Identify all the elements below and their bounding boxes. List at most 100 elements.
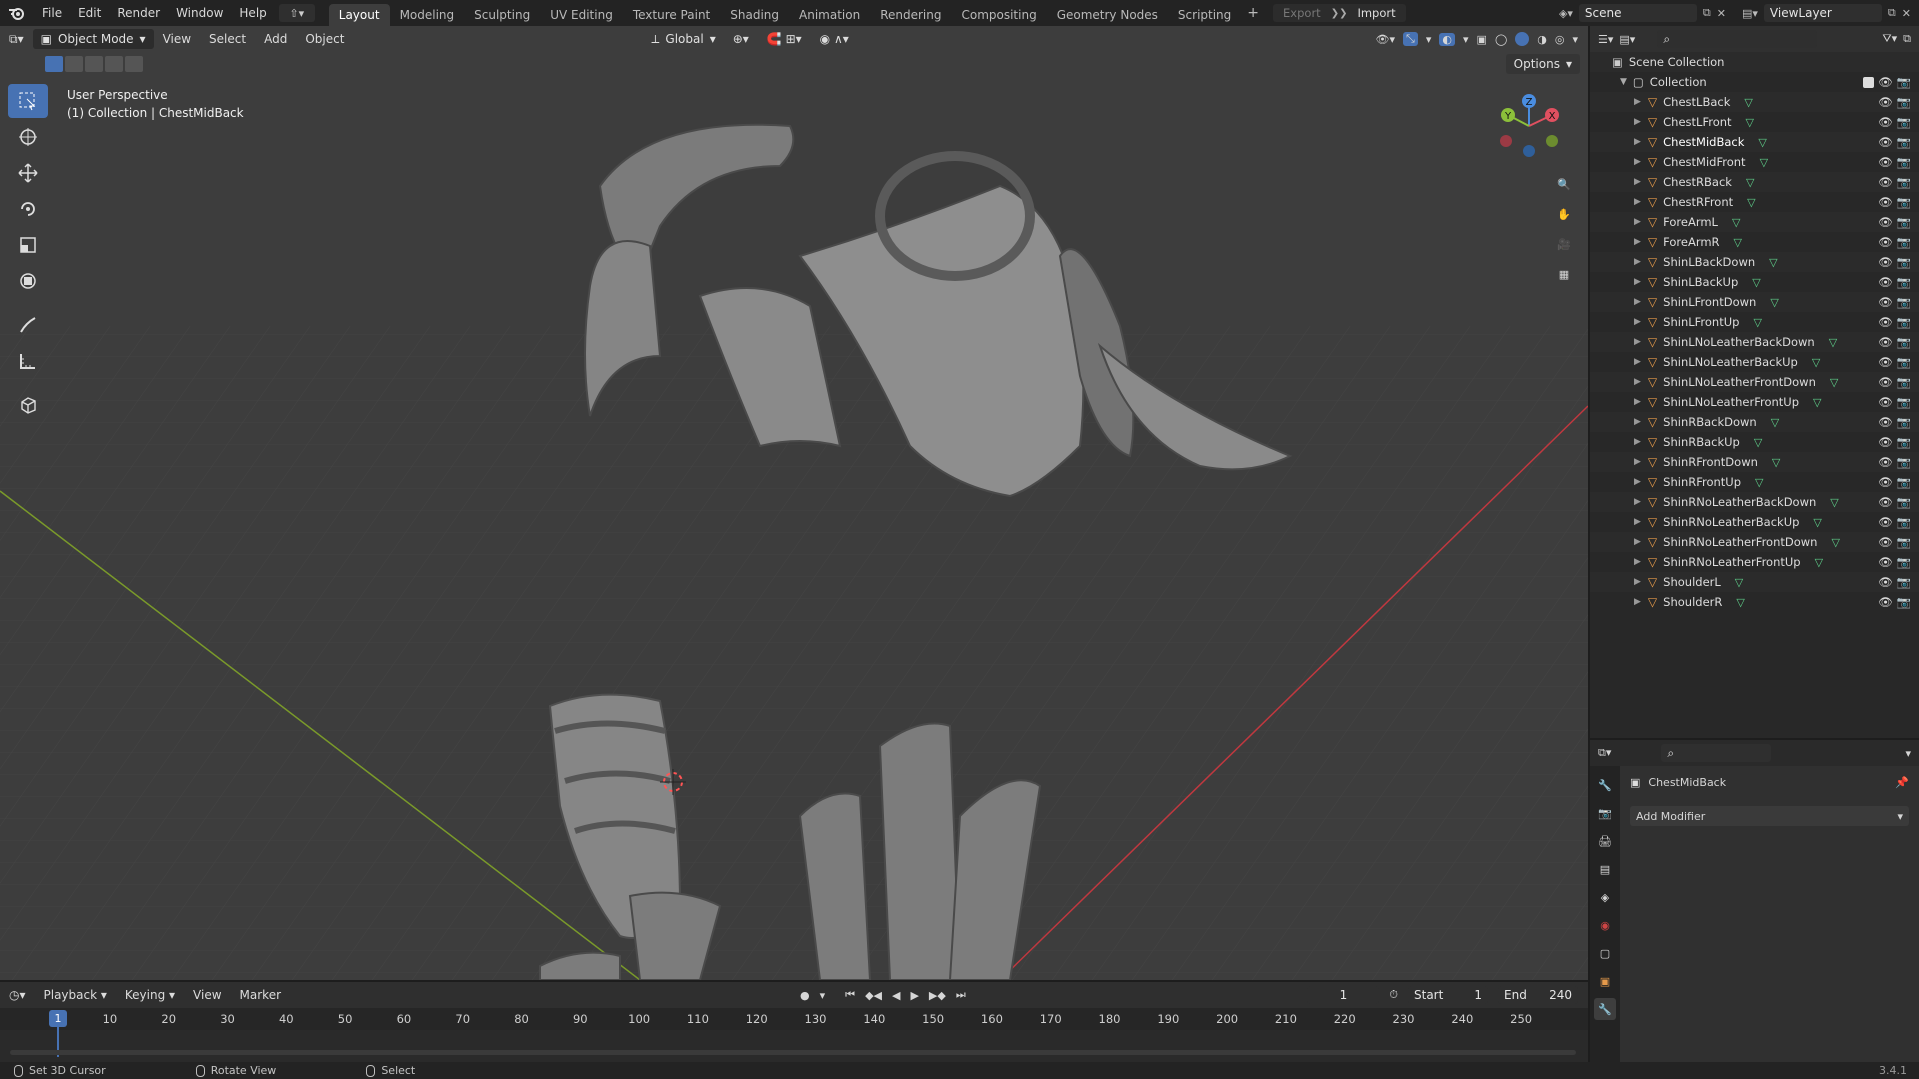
- navigation-gizmo[interactable]: Z X Y: [1494, 91, 1564, 161]
- camera-icon[interactable]: 📷: [1897, 315, 1911, 329]
- camera-icon[interactable]: 📷: [1897, 575, 1911, 589]
- outliner-item[interactable]: ▶ ▽ ShinLBackUp ▽ 👁 📷: [1590, 272, 1919, 292]
- mesh-data-icon[interactable]: ▽: [1830, 376, 1838, 389]
- camera-icon[interactable]: 📷: [1897, 375, 1911, 389]
- eye-icon[interactable]: 👁: [1878, 255, 1893, 269]
- expand-arrow-icon[interactable]: ▶: [1634, 297, 1641, 307]
- eye-icon[interactable]: 👁: [1878, 115, 1893, 129]
- clock-icon[interactable]: ⏱: [1389, 988, 1398, 1002]
- expand-arrow-icon[interactable]: ▶: [1634, 557, 1641, 567]
- eye-icon[interactable]: 👁: [1878, 515, 1893, 529]
- scene-collection-row[interactable]: ▣ Scene Collection: [1590, 52, 1919, 72]
- camera-icon[interactable]: 📷: [1897, 555, 1911, 569]
- mesh-data-icon[interactable]: ▽: [1770, 296, 1778, 309]
- tab-scripting[interactable]: Scripting: [1168, 4, 1241, 26]
- viewport-scene[interactable]: [0, 26, 1588, 980]
- mesh-data-icon[interactable]: ▽: [1754, 436, 1762, 449]
- viewport-menu-view[interactable]: View: [154, 26, 200, 52]
- mesh-data-icon[interactable]: ▽: [1813, 516, 1821, 529]
- camera-icon[interactable]: 📷: [1897, 95, 1911, 109]
- expand-arrow-icon[interactable]: ▶: [1634, 197, 1641, 207]
- outliner-search-input[interactable]: ⌕: [1657, 30, 1818, 48]
- add-cube-tool-icon[interactable]: [8, 388, 48, 422]
- neg-x-axis-icon[interactable]: [1500, 135, 1512, 147]
- camera-icon[interactable]: 📷: [1897, 535, 1911, 549]
- import-button[interactable]: Import: [1347, 4, 1405, 22]
- eye-icon[interactable]: 👁: [1878, 595, 1893, 609]
- mesh-data-icon[interactable]: ▽: [1758, 136, 1766, 149]
- camera-icon[interactable]: 📷: [1897, 455, 1911, 469]
- camera-icon[interactable]: 📷: [1897, 195, 1911, 209]
- expand-arrow-icon[interactable]: ▶: [1634, 337, 1641, 347]
- wireframe-shading-icon[interactable]: ◯: [1495, 33, 1507, 46]
- display-mode-icon[interactable]: ▤▾: [1619, 33, 1635, 46]
- eye-icon[interactable]: 👁: [1878, 95, 1893, 109]
- editor-type-icon[interactable]: ☰▾: [1598, 33, 1613, 46]
- outliner-item[interactable]: ▶ ▽ ShoulderR ▽ 👁 📷: [1590, 592, 1919, 612]
- jump-end-icon[interactable]: ⏭: [956, 988, 966, 1002]
- viewport-menu-object[interactable]: Object: [296, 26, 353, 52]
- outliner-item[interactable]: ▶ ▽ ForeArmR ▽ 👁 📷: [1590, 232, 1919, 252]
- expand-arrow-icon[interactable]: ▶: [1634, 397, 1641, 407]
- filter-icon[interactable]: ⛛▾: [1882, 32, 1897, 46]
- camera-icon[interactable]: 📷: [1897, 255, 1911, 269]
- end-frame-field[interactable]: End 240: [1498, 986, 1578, 1004]
- editor-type-icon[interactable]: ⧉▾: [1598, 746, 1611, 760]
- tool-tab-icon[interactable]: 🔧: [1594, 774, 1616, 796]
- expand-arrow-icon[interactable]: ▶: [1634, 157, 1641, 167]
- xray-icon[interactable]: ▣: [1477, 33, 1487, 46]
- neg-y-axis-icon[interactable]: [1546, 135, 1558, 147]
- camera-icon[interactable]: 📷: [1897, 75, 1911, 89]
- export-button[interactable]: Export: [1273, 4, 1331, 22]
- eye-icon[interactable]: 👁: [1878, 215, 1893, 229]
- eye-icon[interactable]: 👁: [1878, 195, 1893, 209]
- camera-icon[interactable]: 📷: [1897, 595, 1911, 609]
- overlay-toggle-icon[interactable]: ◐: [1439, 32, 1455, 46]
- mesh-data-icon[interactable]: ▽: [1815, 556, 1823, 569]
- eye-icon[interactable]: 👁: [1878, 435, 1893, 449]
- modifier-tab-icon[interactable]: 🔧: [1594, 998, 1616, 1020]
- add-workspace-icon[interactable]: +: [1247, 5, 1259, 21]
- close-scene-icon[interactable]: ✕: [1717, 7, 1726, 20]
- select-extend-icon[interactable]: [65, 56, 83, 72]
- camera-icon[interactable]: 📷: [1897, 335, 1911, 349]
- mesh-data-icon[interactable]: ▽: [1830, 496, 1838, 509]
- mesh-data-icon[interactable]: ▽: [1771, 416, 1779, 429]
- chevron-down-icon[interactable]: ▾: [1572, 33, 1578, 46]
- timeline-menu-view[interactable]: View: [184, 982, 230, 1008]
- expand-arrow-icon[interactable]: ▼: [1620, 77, 1627, 87]
- eye-icon[interactable]: 👁: [1878, 175, 1893, 189]
- mesh-data-icon[interactable]: ▽: [1755, 476, 1763, 489]
- scale-tool-icon[interactable]: [8, 228, 48, 262]
- outliner-item[interactable]: ▶ ▽ ShinLBackDown ▽ 👁 📷: [1590, 252, 1919, 272]
- mesh-data-icon[interactable]: ▽: [1732, 216, 1740, 229]
- menu-help[interactable]: Help: [231, 0, 274, 26]
- camera-icon[interactable]: 📷: [1897, 495, 1911, 509]
- outliner-item[interactable]: ▶ ▽ ShinRBackUp ▽ 👁 📷: [1590, 432, 1919, 452]
- outliner-item[interactable]: ▶ ▽ ShinLFrontUp ▽ 👁 📷: [1590, 312, 1919, 332]
- camera-icon[interactable]: 📷: [1897, 415, 1911, 429]
- view-layer-field[interactable]: ViewLayer: [1763, 4, 1882, 22]
- measure-tool-icon[interactable]: [8, 344, 48, 378]
- proportional-edit-icon[interactable]: ◉ ∧▾: [811, 26, 858, 52]
- mesh-data-icon[interactable]: ▽: [1760, 156, 1768, 169]
- outliner-item[interactable]: ▶ ▽ ForeArmL ▽ 👁 📷: [1590, 212, 1919, 232]
- mesh-data-icon[interactable]: ▽: [1831, 536, 1839, 549]
- outliner-item[interactable]: ▶ ▽ ShinRBackDown ▽ 👁 📷: [1590, 412, 1919, 432]
- mesh-data-icon[interactable]: ▽: [1746, 176, 1754, 189]
- mesh-data-icon[interactable]: ▽: [1735, 576, 1743, 589]
- mesh-data-icon[interactable]: ▽: [1736, 596, 1744, 609]
- timeline-menu-marker[interactable]: Marker: [231, 982, 290, 1008]
- expand-arrow-icon[interactable]: ▶: [1634, 517, 1641, 527]
- orientation-dropdown[interactable]: ⟂ Global ▾: [643, 29, 723, 49]
- select-invert-icon[interactable]: [105, 56, 123, 72]
- camera-icon[interactable]: 📷: [1897, 235, 1911, 249]
- mesh-data-icon[interactable]: ▽: [1753, 316, 1761, 329]
- expand-arrow-icon[interactable]: ▶: [1634, 237, 1641, 247]
- jump-start-icon[interactable]: ⏮: [845, 988, 855, 1002]
- menu-render[interactable]: Render: [109, 0, 168, 26]
- timeline-menu-keying[interactable]: Keying ▾: [116, 982, 184, 1008]
- outliner-item[interactable]: ▶ ▽ ShinRNoLeatherFrontUp ▽ 👁 📷: [1590, 552, 1919, 572]
- cursor-tool-icon[interactable]: [8, 120, 48, 154]
- mesh-data-icon[interactable]: ▽: [1769, 256, 1777, 269]
